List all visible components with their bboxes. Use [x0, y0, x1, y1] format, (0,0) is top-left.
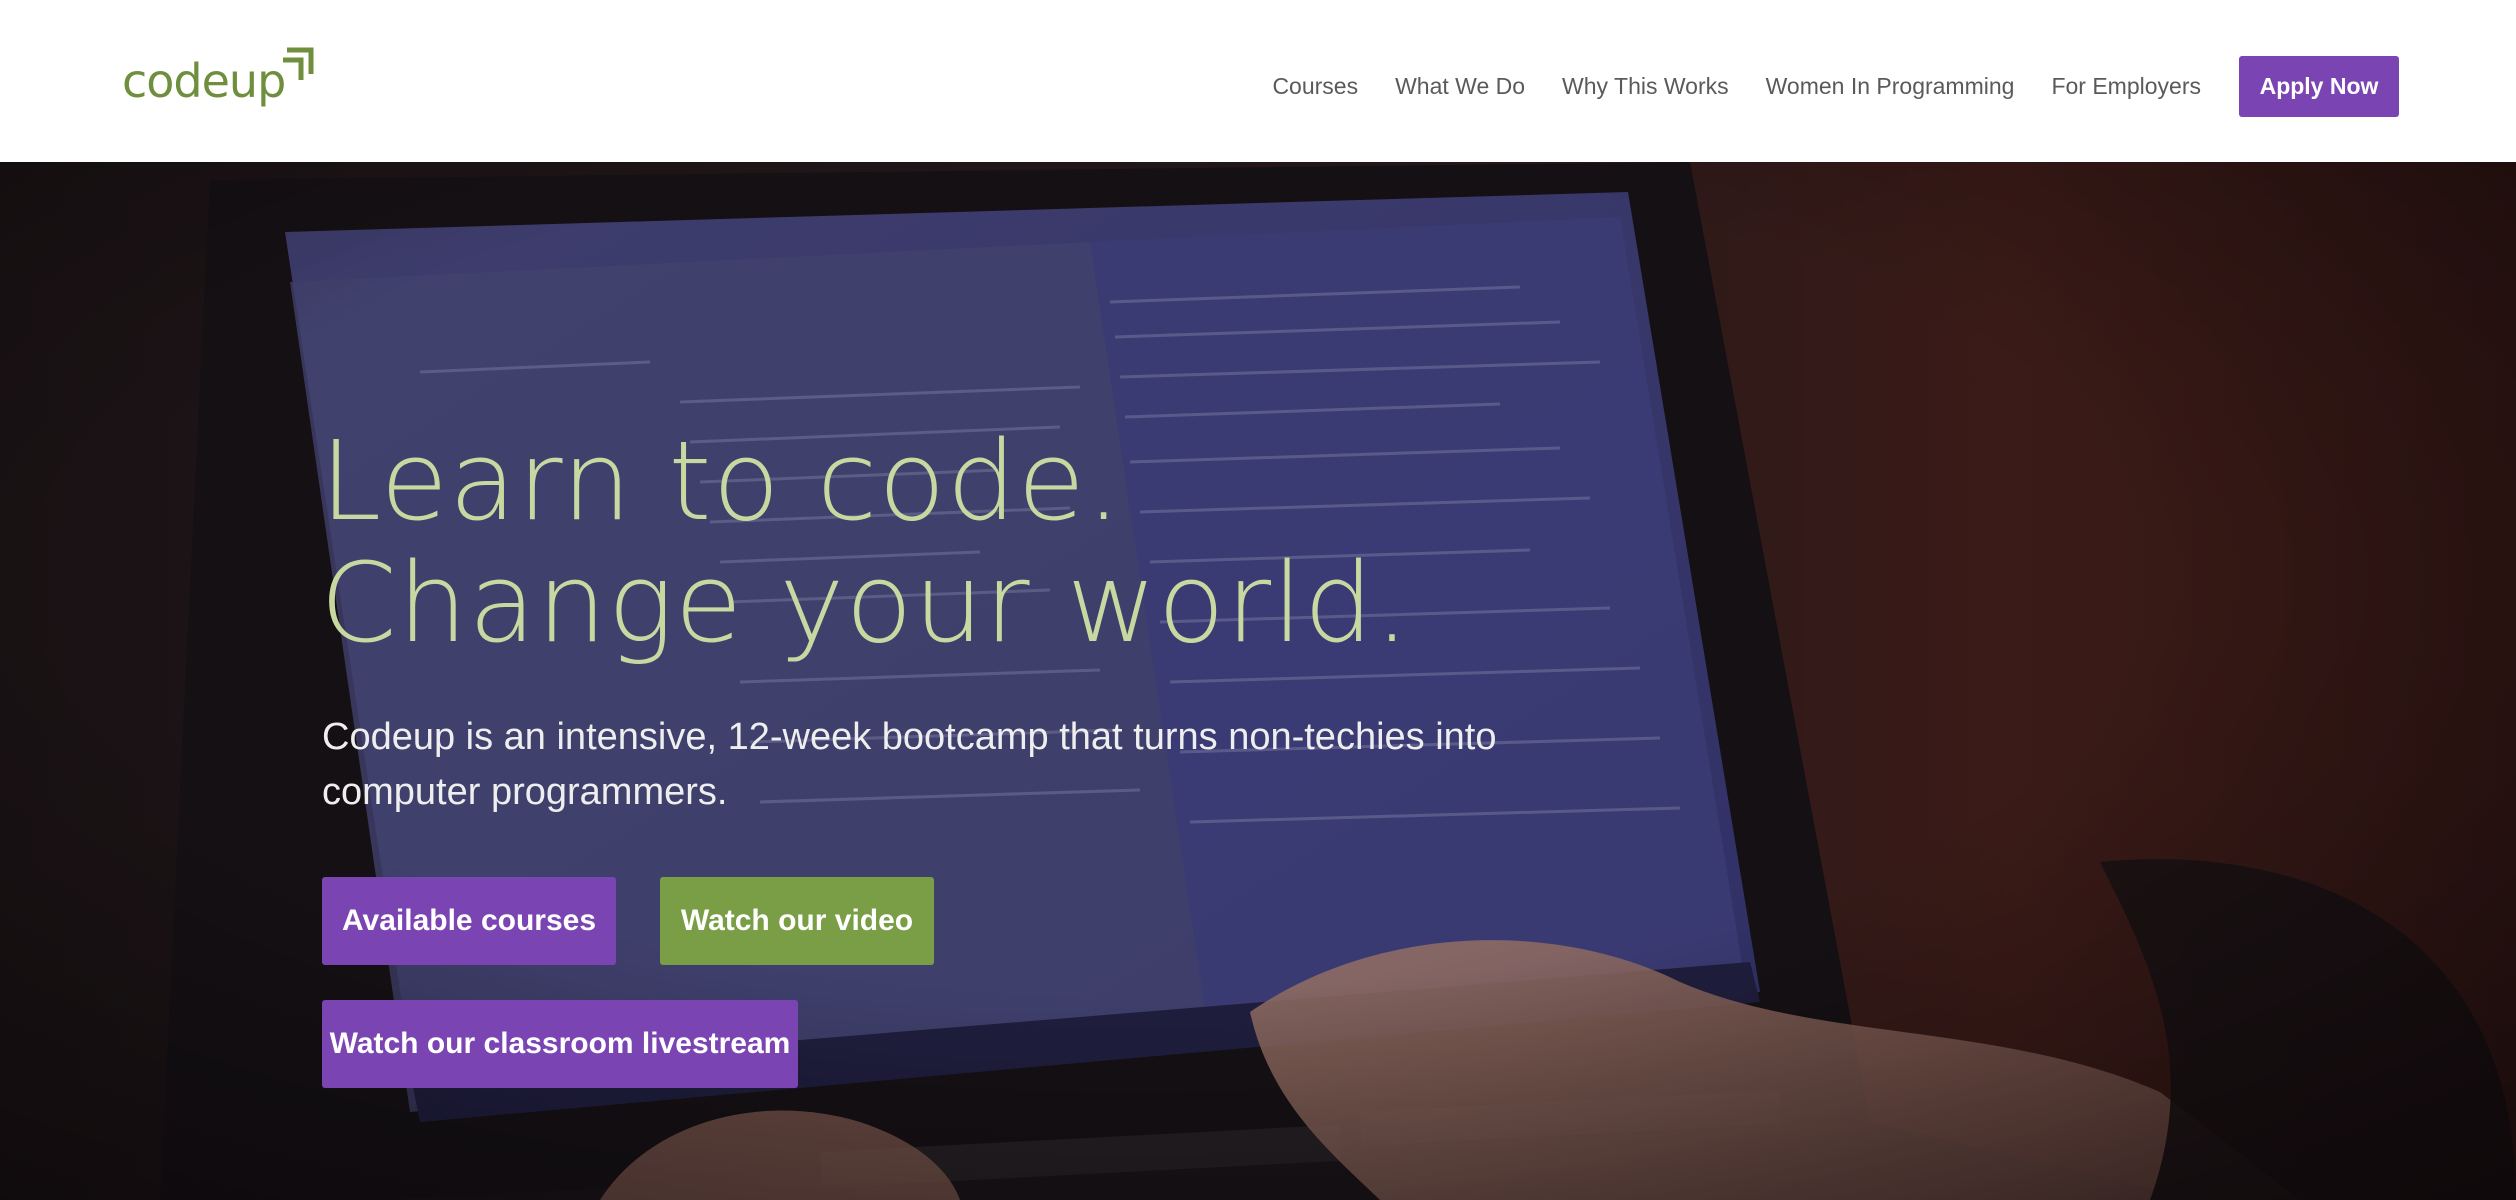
- nav-why-this-works[interactable]: Why This Works: [1562, 73, 1729, 100]
- site-header: codeup Courses What We Do Why This Works…: [0, 0, 2516, 162]
- headline-line-1: Learn to code.: [320, 417, 1123, 545]
- watch-livestream-button[interactable]: Watch our classroom livestream: [322, 1000, 798, 1088]
- hero-section: Learn to code. Change your world. Codeup…: [0, 162, 2516, 1200]
- available-courses-button[interactable]: Available courses: [322, 877, 616, 965]
- chevron-arrow-icon: [283, 47, 314, 80]
- main-nav: Courses What We Do Why This Works Women …: [1272, 56, 2399, 117]
- nav-for-employers[interactable]: For Employers: [2051, 73, 2201, 100]
- hero-headline: Learn to code. Change your world.: [320, 420, 1410, 664]
- nav-women-in-programming[interactable]: Women In Programming: [1766, 73, 2015, 100]
- logo-text: codeup: [122, 54, 286, 108]
- codeup-logo[interactable]: codeup: [122, 38, 317, 104]
- apply-now-button[interactable]: Apply Now: [2239, 56, 2399, 117]
- watch-video-button[interactable]: Watch our video: [660, 877, 934, 965]
- nav-courses[interactable]: Courses: [1272, 73, 1358, 100]
- headline-line-2: Change your world.: [320, 539, 1411, 667]
- nav-what-we-do[interactable]: What We Do: [1395, 73, 1525, 100]
- hero-subtext: Codeup is an intensive, 12-week bootcamp…: [322, 716, 1497, 813]
